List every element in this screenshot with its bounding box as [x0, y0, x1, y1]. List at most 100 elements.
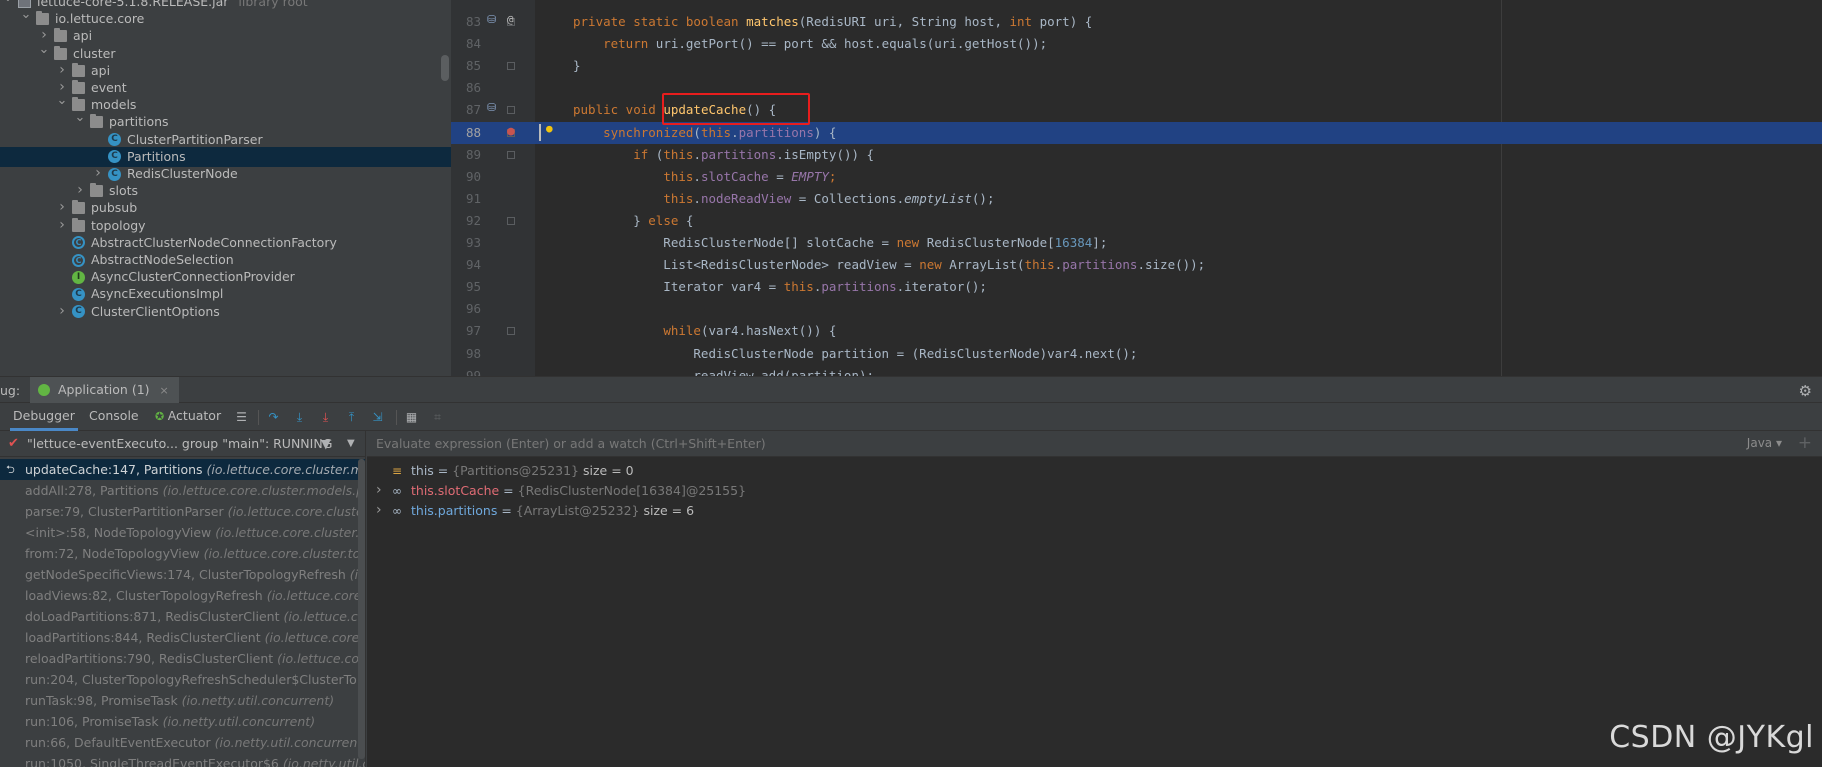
code-line[interactable]: 95 Iterator var4 = this.partitions.itera… — [451, 276, 1822, 298]
chevron-down-icon[interactable]: ⌄ — [74, 108, 86, 128]
variable-row[interactable]: › ∞ this.slotCache = {RedisClusterNode[163… — [367, 481, 1822, 501]
tree-item[interactable]: › C ClusterClientOptions — [0, 302, 451, 322]
frame-item[interactable]: <init>:58, NodeTopologyView (io.lettuce.… — [0, 522, 365, 543]
tab-actuator[interactable]: ✪ Actuator — [155, 403, 221, 431]
tree-scrollbar[interactable] — [441, 55, 449, 81]
fold-marker[interactable] — [507, 216, 515, 225]
step-into-icon[interactable]: ⤓ — [292, 410, 307, 424]
debug-session-label: Application (1) — [58, 382, 150, 397]
app-run-icon — [38, 384, 50, 396]
close-icon[interactable]: × — [160, 384, 169, 397]
frame-item[interactable]: addAll:278, Partitions (io.lettuce.core.… — [0, 480, 365, 501]
interface-icon: I — [72, 270, 85, 284]
text-caret — [539, 124, 541, 141]
code-line[interactable]: 99 readView.add(partition); — [451, 365, 1822, 376]
force-step-into-icon[interactable]: ⤓ — [318, 410, 333, 424]
fold-marker[interactable] — [507, 150, 515, 159]
code-line[interactable]: 87 public void updateCache() { — [451, 99, 1822, 121]
code-line[interactable]: 90 this.slotCache = EMPTY; — [451, 166, 1822, 188]
chevron-down-icon[interactable]: ⌄ — [2, 0, 14, 8]
threads-menu-icon[interactable]: ☰ — [234, 410, 249, 424]
code-line[interactable]: 96 — [451, 298, 1822, 320]
language-selector[interactable]: Java ▾ — [1747, 436, 1782, 450]
chevron-down-icon[interactable]: ⌄ — [38, 40, 50, 60]
step-over-icon[interactable]: ↷ — [266, 410, 281, 424]
line-number: 99 — [465, 367, 481, 376]
chevron-right-icon[interactable]: › — [74, 180, 86, 200]
code-line[interactable]: 84 return uri.getPort() == port && host.… — [451, 33, 1822, 55]
class-icon: C — [72, 287, 85, 301]
chevron-right-icon[interactable]: › — [92, 163, 104, 183]
evaluate-input[interactable]: Evaluate expression (Enter) or add a wat… — [376, 436, 766, 451]
frame-item[interactable]: ⮌ updateCache:147, Partitions (io.lettuce… — [0, 459, 365, 480]
class-icon: C — [108, 167, 121, 181]
code-line[interactable]: 92 } else { — [451, 210, 1822, 232]
code-text: } — [573, 58, 581, 74]
override-method-icon[interactable]: ⛁ — [487, 101, 496, 114]
add-watch-icon[interactable]: + — [1798, 433, 1812, 453]
frame-item[interactable]: run:66, DefaultEventExecutor (io.netty.u… — [0, 732, 366, 753]
tab-debugger[interactable]: Debugger — [10, 403, 78, 431]
project-tree: ⌄lettuce-core-5.1.8.RELEASE.jarlibrary r… — [0, 0, 451, 376]
frame-item[interactable]: run:204, ClusterTopologyRefreshScheduler… — [0, 669, 365, 690]
lightbulb-icon[interactable]: ● — [546, 122, 553, 135]
code-line[interactable]: 97 while(var4.hasNext()) { — [451, 320, 1822, 342]
override-method-icon[interactable]: ⛁ — [487, 13, 496, 26]
chevron-down-icon[interactable]: ⌄ — [56, 91, 68, 111]
line-number: 90 — [465, 168, 481, 184]
chevron-down-icon[interactable]: ⌄ — [20, 5, 32, 25]
frame-method: run:66, DefaultEventExecutor (io.netty.u… — [25, 735, 366, 750]
gear-icon[interactable]: ⚙ — [1799, 382, 1812, 400]
code-line[interactable]: 91 this.nodeReadView = Collections.empty… — [451, 188, 1822, 210]
annotation-icon[interactable]: @ — [507, 13, 514, 26]
chevron-right-icon[interactable]: › — [56, 215, 68, 235]
frames-panel: ✔ "lettuce-eventExecuto... group "main":… — [0, 431, 366, 767]
frame-package: (io.lettuce.core.cluster.topology) — [266, 588, 366, 603]
run-to-cursor-icon[interactable]: ⇲ — [370, 410, 385, 424]
breakpoint-icon[interactable]: ● — [507, 124, 515, 139]
frame-item[interactable]: doLoadPartitions:871, RedisClusterClient… — [0, 606, 365, 627]
evaluate-expression-icon[interactable]: ▦ — [404, 410, 419, 424]
variable-row[interactable]: › ∞ this.partitions = {ArrayList@25232} si… — [367, 501, 1822, 521]
chevron-right-icon[interactable]: › — [376, 500, 382, 520]
line-number: 86 — [465, 80, 481, 96]
folder-icon — [36, 11, 49, 26]
chevron-right-icon[interactable]: › — [56, 301, 68, 321]
variable-entry: this.partitions = {ArrayList@25232} size… — [411, 503, 695, 518]
step-out-icon[interactable]: ⤒ — [344, 410, 359, 424]
frame-item[interactable]: reloadPartitions:790, RedisClusterClient… — [0, 648, 365, 669]
trace-stream-icon[interactable]: ⌗ — [430, 410, 445, 424]
fold-marker[interactable] — [507, 106, 515, 115]
frame-item[interactable]: run:1050, SingleThreadEventExecutor$6 (i… — [0, 753, 365, 767]
tab-console[interactable]: Console — [89, 403, 139, 431]
frame-item[interactable]: loadViews:82, ClusterTopologyRefresh (io… — [0, 585, 366, 606]
code-editor[interactable]: 83 private static boolean matches(RedisUR… — [451, 0, 1822, 376]
fold-marker[interactable] — [507, 62, 515, 71]
code-line[interactable]: 88 synchronized(this.partitions) { — [451, 121, 1822, 144]
code-line[interactable]: 85} — [451, 55, 1822, 77]
frames-scrollbar[interactable] — [358, 459, 365, 759]
debug-session-tab[interactable]: Application (1) × — [30, 377, 179, 403]
frame-item[interactable]: run:106, PromiseTask (io.netty.util.conc… — [0, 711, 365, 732]
code-line[interactable]: 98 RedisClusterNode partition = (RedisCl… — [451, 343, 1822, 365]
line-number: 84 — [465, 36, 481, 52]
variable-row[interactable]: ≡ this = {Partitions@25231} size = 0 — [367, 461, 1822, 481]
thread-label: "lettuce-eventExecuto... group "main": R… — [27, 436, 333, 451]
frame-item[interactable]: runTask:98, PromiseTask (io.netty.util.c… — [0, 690, 365, 711]
frame-item[interactable]: from:72, NodeTopologyView (io.lettuce.co… — [0, 543, 365, 564]
frame-item[interactable]: parse:79, ClusterPartitionParser (io.let… — [0, 501, 365, 522]
code-line[interactable]: 83 private static boolean matches(RedisUR… — [451, 11, 1822, 33]
code-line[interactable]: 89 if (this.partitions.isEmpty()) { — [451, 144, 1822, 166]
frame-item[interactable]: getNodeSpecificViews:174, ClusterTopolog… — [0, 564, 365, 585]
chevron-down-icon[interactable]: ▼ — [347, 431, 355, 457]
frame-item[interactable]: loadPartitions:844, RedisClusterClient (… — [0, 627, 365, 648]
code-line[interactable]: 94 List<RedisClusterNode> readView = new… — [451, 254, 1822, 276]
thread-selector[interactable]: ✔ "lettuce-eventExecuto... group "main":… — [0, 431, 365, 457]
fold-marker[interactable] — [507, 327, 515, 336]
filter-icon[interactable]: ▼ — [321, 431, 331, 457]
evaluate-bar[interactable]: Evaluate expression (Enter) or add a wat… — [367, 431, 1822, 457]
code-line[interactable]: 86 — [451, 77, 1822, 99]
code-line[interactable]: 93 RedisClusterNode[] slotCache = new Re… — [451, 232, 1822, 254]
code-text: this.nodeReadView = Collections.emptyLis… — [663, 190, 995, 206]
chevron-right-icon[interactable]: › — [376, 480, 382, 500]
